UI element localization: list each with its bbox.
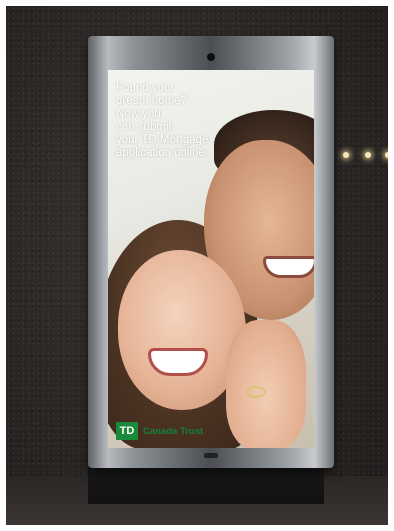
headline-line: can submit	[116, 121, 172, 133]
headline-line: dream home?	[116, 95, 187, 107]
headline-line: Now you	[116, 108, 161, 120]
ad-headline: Found your dream home? Now you can submi…	[116, 82, 226, 160]
td-canada-trust-logo: TD Canada Trust	[116, 422, 203, 440]
camera-icon	[207, 53, 215, 61]
man-smile	[263, 256, 314, 278]
brand-name: Canada Trust	[143, 425, 204, 437]
headline-line: your TD Mortgage	[116, 134, 209, 146]
engagement-ring	[246, 386, 266, 398]
headline-line: application online.	[116, 147, 209, 159]
headline-line: Found your	[116, 82, 175, 94]
digital-signage-kiosk: Found your dream home? Now you can submi…	[88, 36, 334, 468]
ad-screen: Found your dream home? Now you can submi…	[108, 70, 314, 448]
td-logo-icon: TD	[116, 422, 138, 440]
photo-scene: Found your dream home? Now you can submi…	[6, 6, 388, 525]
kiosk-sensor	[204, 453, 218, 458]
raised-hand	[226, 320, 306, 448]
